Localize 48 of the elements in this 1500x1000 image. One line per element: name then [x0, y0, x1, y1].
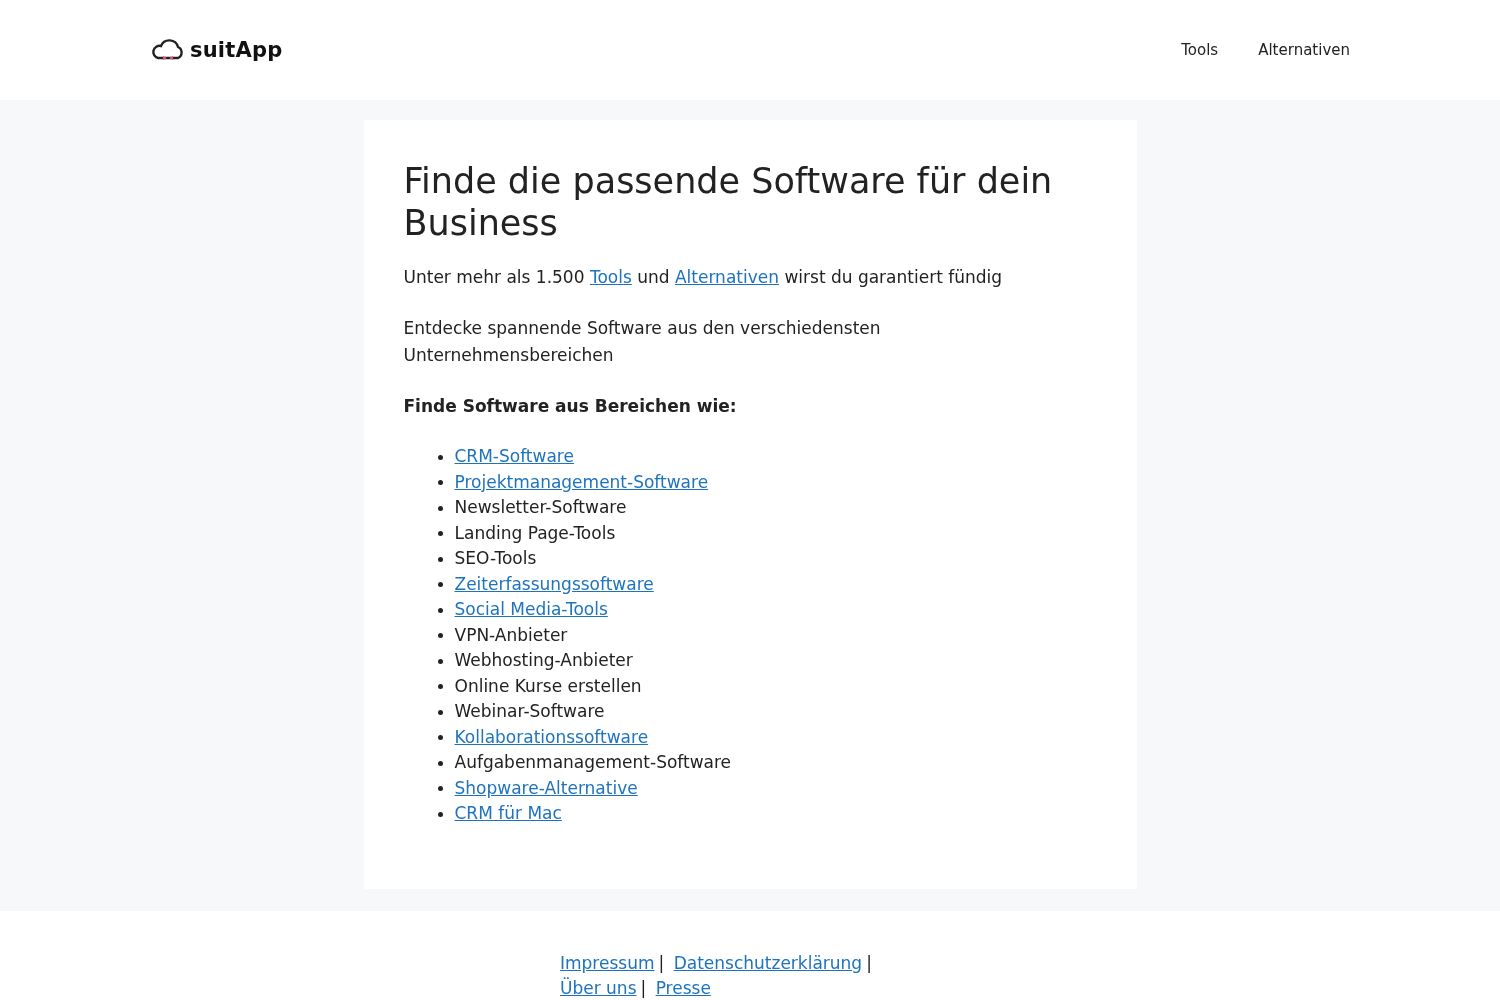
page-title: Finde die passende Software für dein Business	[403, 160, 1054, 244]
text-link[interactable]: Tools	[589, 267, 632, 287]
footer-link[interactable]: Datenschutzerklärung	[673, 952, 863, 973]
footer-link[interactable]: Impressum	[560, 952, 655, 973]
logo[interactable]: suitApp	[150, 38, 283, 62]
category-text: Landing Page-Tools	[454, 521, 616, 545]
bullet-icon	[437, 811, 443, 817]
bullet-icon	[437, 480, 443, 486]
category-link[interactable]: Kollaborationssoftware	[454, 724, 649, 751]
category-link[interactable]: Zeiterfassungssoftware	[454, 571, 654, 598]
bullet-icon	[437, 582, 443, 588]
bullet-icon	[437, 607, 443, 613]
bullet-icon	[437, 760, 443, 766]
bullet-icon	[437, 505, 443, 511]
category-link[interactable]: CRM für Mac	[454, 801, 562, 827]
bullet-icon	[437, 633, 443, 639]
bullet-icon	[437, 556, 443, 562]
nav-link[interactable]: Alternativen	[1258, 41, 1350, 59]
nav-link[interactable]: Tools	[1181, 41, 1219, 59]
category-link[interactable]: Social Media-Tools	[454, 597, 608, 623]
category-link[interactable]: Projektmanagement-Software	[454, 469, 709, 496]
cloud-icon	[150, 38, 186, 62]
category-link[interactable]: Shopware-Alternative	[454, 775, 638, 802]
bullet-icon	[437, 531, 443, 537]
separator: |	[640, 977, 647, 998]
section-heading: Finde Software aus Bereichen wie:	[403, 395, 738, 419]
bullet-icon	[437, 709, 443, 715]
category-link[interactable]: CRM-Software	[454, 444, 574, 470]
category-text: Newsletter-Software	[454, 496, 627, 520]
category-text: Webhosting-Anbieter	[454, 649, 633, 673]
description-text: Entdecke spannende Software aus den verschiedensten Unternehmensbereichen	[403, 317, 882, 367]
bullet-icon	[437, 786, 443, 792]
bullet-icon	[437, 684, 443, 690]
logo-text: suitApp	[190, 38, 283, 62]
category-text: Webinar-Software	[454, 700, 605, 724]
bullet-icon	[437, 454, 443, 460]
text-link[interactable]: Alternativen	[674, 267, 779, 287]
category-text: VPN-Anbieter	[454, 623, 568, 647]
intro-text: Unter mehr als 1.500 Tools und Alternativen wirst du garantiert fündig	[403, 266, 1004, 289]
separator: |	[658, 952, 665, 973]
footer-link[interactable]: Presse	[655, 977, 711, 998]
category-text: Online Kurse erstellen	[454, 674, 642, 698]
category-text: SEO-Tools	[454, 547, 537, 571]
category-text: Aufgabenmanagement-Software	[454, 751, 732, 775]
footer-link[interactable]: Über uns	[560, 977, 637, 998]
separator: |	[866, 952, 872, 973]
bullet-icon	[437, 735, 443, 741]
bullet-icon	[437, 658, 443, 664]
